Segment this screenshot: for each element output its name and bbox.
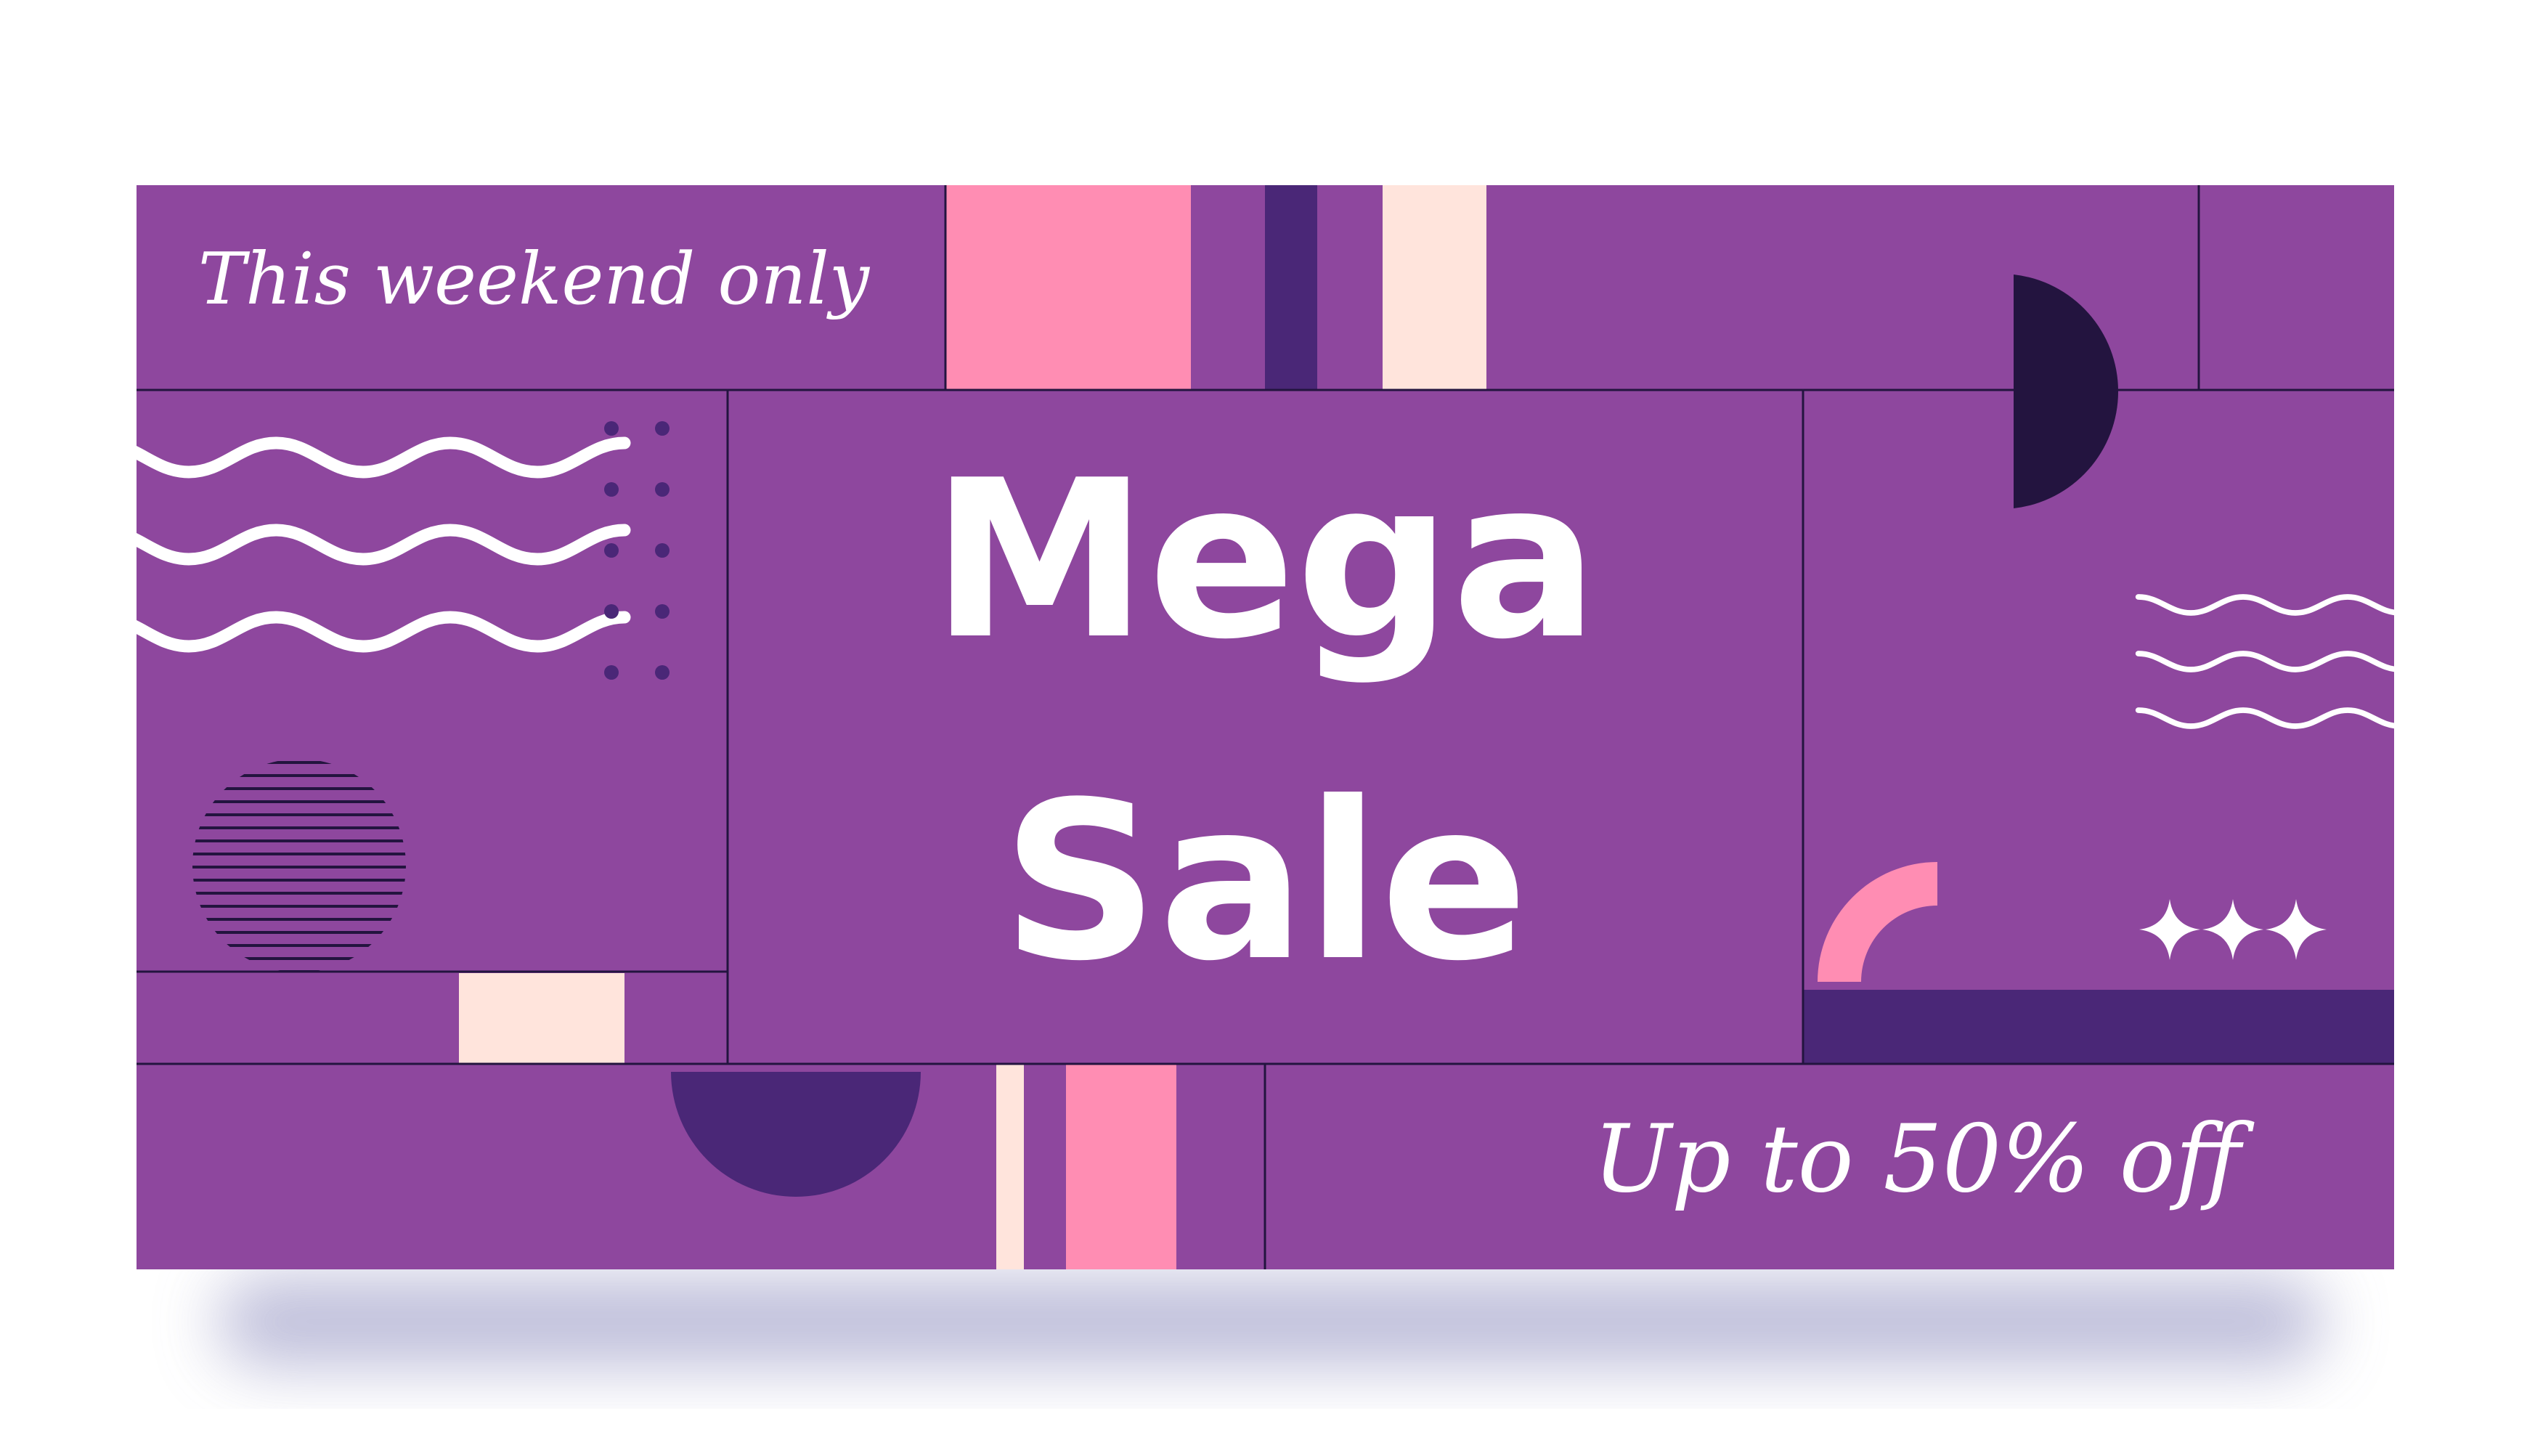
tagline-text: This weekend only: [198, 238, 871, 321]
left-cream-block: [459, 973, 624, 1064]
banner-shadow: [218, 1278, 2324, 1365]
headline-mega: Mega: [931, 434, 1598, 687]
top-pink-block: [945, 185, 1191, 390]
offer-text: Up to 50% off: [1593, 1105, 2255, 1213]
headline-sale: Sale: [1002, 755, 1529, 1009]
mega-sale-banner: This weekend only Mega Sale Up to 50% of…: [137, 185, 2394, 1365]
top-cream-block: [1383, 185, 1486, 390]
bottom-pink-block: [1066, 1065, 1176, 1269]
right-dark-band: [1803, 990, 2394, 1064]
top-dark-stripe: [1265, 185, 1317, 390]
banner-stage: This weekend only Mega Sale Up to 50% of…: [0, 0, 2527, 1452]
bottom-cream-stripe: [996, 1065, 1024, 1269]
